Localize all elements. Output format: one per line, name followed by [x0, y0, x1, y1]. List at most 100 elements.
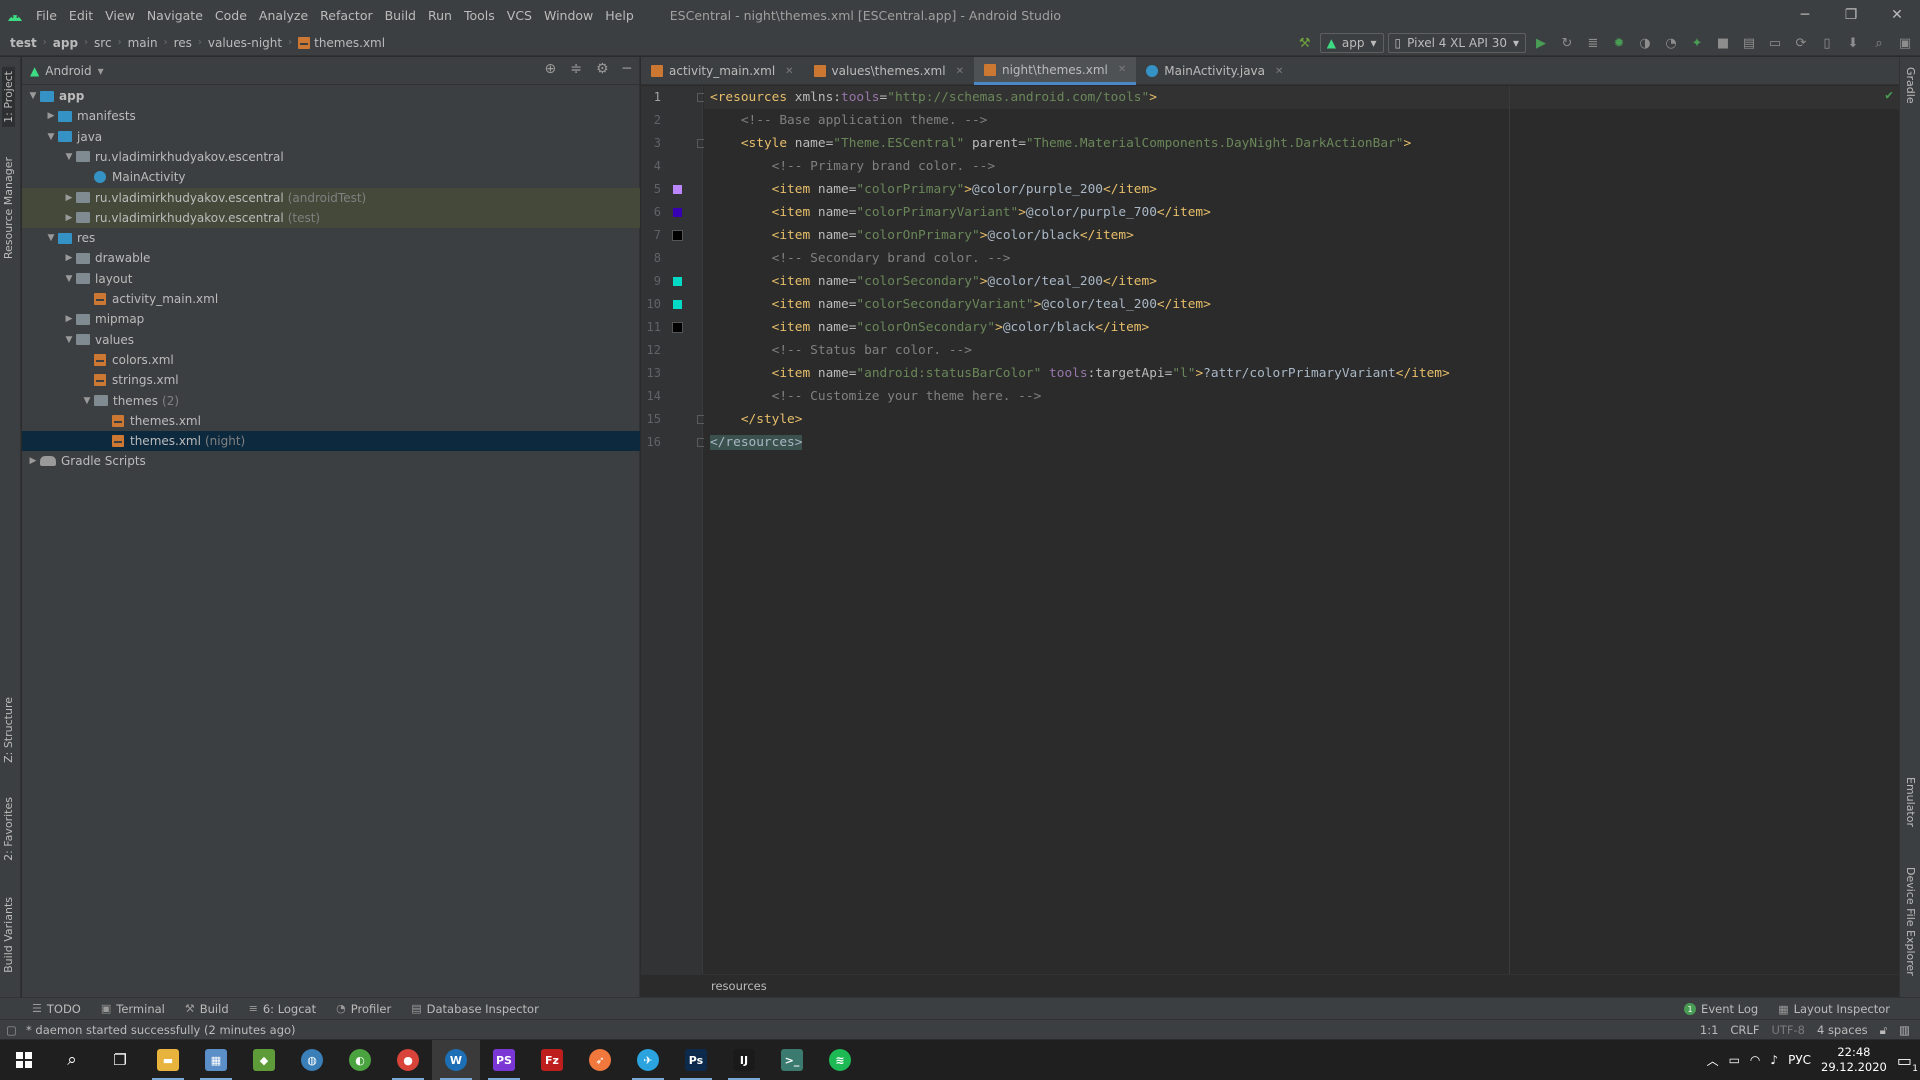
- start-button[interactable]: [0, 1040, 48, 1080]
- apply-changes-icon[interactable]: ↻: [1556, 32, 1578, 54]
- tree-item[interactable]: ▶ manifests: [22, 106, 640, 126]
- menu-navigate[interactable]: Navigate: [141, 8, 209, 23]
- tool-window-6-logcat[interactable]: ≡ 6: Logcat: [239, 1002, 327, 1016]
- indent-setting[interactable]: 4 spaces: [1817, 1023, 1868, 1037]
- hide-panel-icon[interactable]: ─: [623, 61, 631, 77]
- device-select[interactable]: ▯ Pixel 4 XL API 30 ▾: [1387, 33, 1526, 53]
- coverage-icon[interactable]: ◑: [1634, 32, 1656, 54]
- tree-item[interactable]: ▶ Gradle Scripts: [22, 451, 640, 471]
- structure-tab[interactable]: Z: Structure: [2, 697, 15, 763]
- status-message[interactable]: * daemon started successfully (2 minutes…: [0, 1023, 296, 1037]
- tree-item[interactable]: themes.xml (night): [22, 431, 640, 452]
- close-tab-icon[interactable]: ✕: [1275, 66, 1283, 77]
- menu-vcs[interactable]: VCS: [501, 8, 538, 23]
- tree-item[interactable]: strings.xml: [22, 370, 640, 390]
- search-icon[interactable]: ⌕: [1868, 32, 1890, 54]
- tree-item[interactable]: MainActivity: [22, 167, 640, 187]
- gear-icon[interactable]: ⚙: [596, 61, 609, 77]
- emulator-tab[interactable]: Emulator: [1904, 777, 1917, 827]
- breadcrumb-item[interactable]: res: [174, 36, 192, 50]
- line-separator[interactable]: CRLF: [1730, 1023, 1759, 1037]
- close-tab-icon[interactable]: ✕: [785, 66, 793, 77]
- tree-item[interactable]: ▼ app: [22, 86, 640, 106]
- menu-build[interactable]: Build: [379, 8, 422, 23]
- tree-item[interactable]: ▶ ru.vladimirkhudyakov.escentral (androidT…: [22, 187, 640, 208]
- close-window-icon[interactable]: ✕: [1874, 0, 1920, 30]
- tree-item[interactable]: ▶ ru.vladimirkhudyakov.escentral (test): [22, 207, 640, 228]
- battery-icon[interactable]: ▭: [1729, 1053, 1740, 1067]
- chevron-down-icon[interactable]: ▼: [80, 396, 94, 406]
- lock-icon[interactable]: 🔓︎: [1880, 1023, 1887, 1038]
- taskbar-app-app-3[interactable]: ◆: [240, 1040, 288, 1080]
- tree-item[interactable]: ▼ layout: [22, 269, 640, 289]
- taskbar-app-phpstorm[interactable]: PS: [480, 1040, 528, 1080]
- make-project-icon[interactable]: ⚒: [1294, 32, 1316, 54]
- color-swatch[interactable]: [672, 230, 683, 241]
- editor-tab[interactable]: values\themes.xml ✕: [804, 57, 974, 85]
- taskbar-app-filezilla[interactable]: Fz: [528, 1040, 576, 1080]
- close-tab-icon[interactable]: ✕: [1118, 64, 1126, 75]
- chevron-down-icon[interactable]: ▼: [62, 152, 76, 162]
- chevron-down-icon[interactable]: ▼: [26, 91, 40, 101]
- language-indicator[interactable]: РУС: [1788, 1053, 1811, 1067]
- menu-run[interactable]: Run: [422, 8, 458, 23]
- taskbar-app-terminal[interactable]: >_: [768, 1040, 816, 1080]
- sdk-manager-icon[interactable]: ▭: [1764, 32, 1786, 54]
- tool-window-todo[interactable]: ☰ TODO: [22, 1002, 91, 1016]
- run-config-select[interactable]: ▲ app ▾: [1319, 33, 1384, 53]
- stop-icon[interactable]: ■: [1712, 32, 1734, 54]
- project-structure-icon[interactable]: ▤: [1738, 32, 1760, 54]
- menu-window[interactable]: Window: [538, 8, 599, 23]
- chevron-down-icon[interactable]: ▾: [98, 64, 104, 78]
- tree-item[interactable]: ▼ res: [22, 228, 640, 248]
- tree-item[interactable]: themes.xml: [22, 411, 640, 431]
- wifi-icon[interactable]: ◠: [1750, 1053, 1760, 1067]
- tool-window-event-log[interactable]: 1 Event Log: [1674, 1002, 1768, 1016]
- locate-icon[interactable]: ⊕: [545, 61, 557, 77]
- build-variants-tab[interactable]: Build Variants: [2, 897, 15, 973]
- collapse-all-icon[interactable]: ≑: [570, 61, 582, 77]
- code-editor[interactable]: ✔ <resources xmlns:tools="http://schemas…: [704, 86, 1899, 974]
- color-swatch[interactable]: [673, 208, 682, 217]
- taskbar-app-intellij[interactable]: IJ: [720, 1040, 768, 1080]
- menu-refactor[interactable]: Refactor: [314, 8, 378, 23]
- notifications-icon[interactable]: ▭ 1: [1897, 1051, 1918, 1074]
- chevron-right-icon[interactable]: ▶: [26, 456, 40, 466]
- menu-edit[interactable]: Edit: [63, 8, 99, 23]
- breadcrumb-item[interactable]: src: [94, 36, 112, 50]
- tree-item[interactable]: ▼ values: [22, 330, 640, 350]
- tree-item[interactable]: ▶ mipmap: [22, 309, 640, 329]
- apply-code-changes-icon[interactable]: ≣: [1582, 32, 1604, 54]
- close-tab-icon[interactable]: ✕: [956, 66, 964, 77]
- minimize-icon[interactable]: ─: [1782, 0, 1828, 30]
- taskbar-app-chrome[interactable]: ●: [384, 1040, 432, 1080]
- breadcrumb-item[interactable]: main: [128, 36, 158, 50]
- chevron-down-icon[interactable]: ▼: [44, 233, 58, 243]
- tree-item[interactable]: activity_main.xml: [22, 289, 640, 309]
- tool-window-profiler[interactable]: ◔ Profiler: [326, 1002, 401, 1016]
- chevron-right-icon[interactable]: ▶: [62, 253, 76, 263]
- taskbar-app-explorer[interactable]: ▬: [144, 1040, 192, 1080]
- editor-tab[interactable]: activity_main.xml ✕: [641, 57, 804, 85]
- breadcrumb-item[interactable]: app: [53, 36, 78, 50]
- sdk-icon[interactable]: ⬇: [1842, 32, 1864, 54]
- taskbar-app-app-10[interactable]: ➶: [576, 1040, 624, 1080]
- chevron-up-icon[interactable]: ︿: [1707, 1052, 1719, 1069]
- breadcrumb-item[interactable]: themes.xml: [314, 36, 385, 50]
- taskbar-app-spotify[interactable]: ≋: [816, 1040, 864, 1080]
- run-icon[interactable]: ▶: [1530, 32, 1552, 54]
- editor-tab[interactable]: MainActivity.java ✕: [1136, 57, 1293, 85]
- tree-item[interactable]: colors.xml: [22, 350, 640, 370]
- volume-mute-icon[interactable]: ♪: [1770, 1053, 1778, 1067]
- memory-indicator-icon[interactable]: ▥: [1899, 1023, 1910, 1037]
- file-encoding[interactable]: UTF-8: [1771, 1023, 1805, 1037]
- device-file-explorer-tab[interactable]: Device File Explorer: [1904, 867, 1917, 976]
- breadcrumb-item[interactable]: values-night: [208, 36, 282, 50]
- tool-window-database-inspector[interactable]: ▤ Database Inspector: [401, 1002, 549, 1016]
- taskbar-app-app-5[interactable]: ◐: [336, 1040, 384, 1080]
- account-icon[interactable]: ▣: [1894, 32, 1916, 54]
- restore-icon[interactable]: ❐: [1828, 0, 1874, 30]
- chevron-down-icon[interactable]: ▼: [62, 274, 76, 284]
- color-swatch[interactable]: [673, 277, 682, 286]
- chevron-down-icon[interactable]: ▼: [44, 132, 58, 142]
